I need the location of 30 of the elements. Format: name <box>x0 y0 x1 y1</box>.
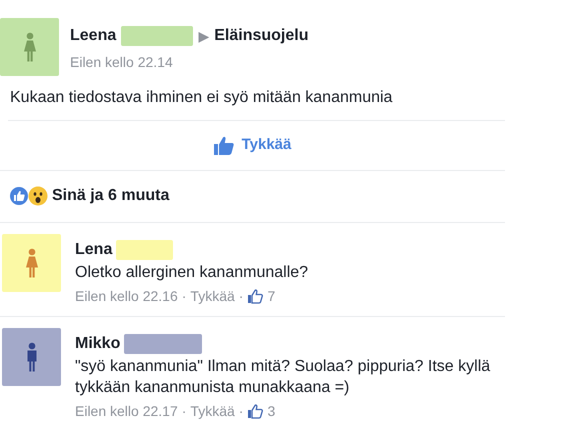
like-link[interactable]: Tykkää <box>190 286 235 306</box>
separator-dot: · <box>182 286 186 306</box>
commenter-name[interactable]: Lena <box>75 238 112 262</box>
reaction-summary[interactable]: Sinä ja 6 muuta <box>52 184 170 208</box>
comment-text: "syö kananmunia" Ilman mitä? Suolaa? pippuria? Itse kyllä tykkään kananmunista munakkaana =) <box>75 356 492 398</box>
wow-reaction-icon <box>28 186 48 206</box>
like-count: 3 <box>267 402 276 420</box>
thumbs-up-icon <box>247 403 264 419</box>
separator-dot: · <box>238 402 244 420</box>
avatar[interactable] <box>2 328 61 386</box>
avatar[interactable] <box>2 234 61 292</box>
group-name[interactable]: Eläinsuojelu <box>214 24 308 48</box>
comment-text: Oletko allerginen kananmunalle? <box>75 262 308 282</box>
redaction-bar <box>116 240 174 260</box>
post-text: Kukaan tiedostava ihminen ei syö mitään kananmunia <box>10 88 394 108</box>
share-arrow-icon: ▶ <box>198 26 210 46</box>
like-count: 7 <box>267 286 276 306</box>
thumbs-up-icon <box>247 288 264 304</box>
like-reaction-icon <box>9 186 29 206</box>
timestamp[interactable]: Eilen kello 22.17 <box>75 400 178 422</box>
thumbs-up-icon <box>214 136 234 155</box>
timestamp[interactable]: Eilen kello 22.16 <box>75 286 178 306</box>
like-button[interactable]: Tykkää <box>214 134 292 156</box>
like-link[interactable]: Tykkää <box>190 400 235 422</box>
timestamp[interactable]: Eilen kello 22.14 <box>70 52 173 73</box>
separator-dot: · <box>182 402 186 420</box>
commenter-name[interactable]: Mikko <box>75 332 120 356</box>
separator-dot: · <box>238 286 244 306</box>
avatar[interactable] <box>0 18 59 76</box>
author-name[interactable]: Leena <box>70 24 116 48</box>
